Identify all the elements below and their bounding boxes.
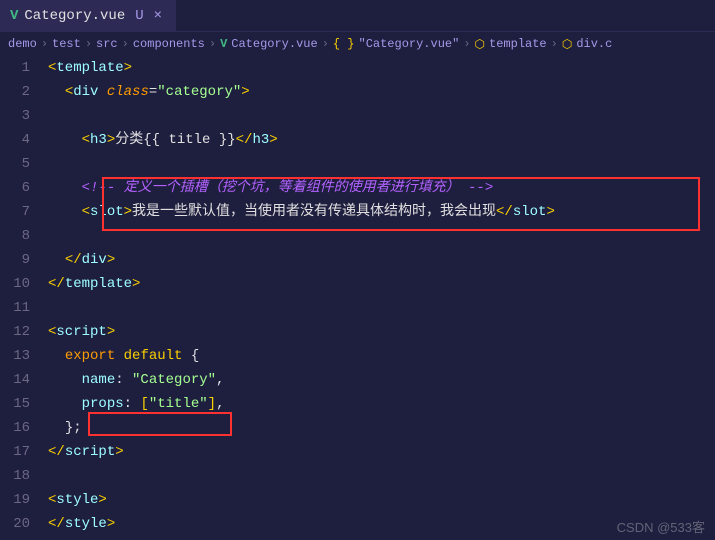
line-number: 18 <box>0 464 30 488</box>
file-tab[interactable]: V Category.vue U × <box>0 0 176 32</box>
breadcrumb[interactable]: demo › test › src › components › V Categ… <box>0 32 715 56</box>
line-number: 2 <box>0 80 30 104</box>
line-number: 9 <box>0 248 30 272</box>
line-number: 1 <box>0 56 30 80</box>
line-number: 12 <box>0 320 30 344</box>
chevron-right-icon: › <box>41 37 48 51</box>
breadcrumb-item[interactable]: Category.vue <box>231 37 317 51</box>
chevron-right-icon: › <box>322 37 329 51</box>
line-number: 3 <box>0 104 30 128</box>
line-number: 20 <box>0 512 30 536</box>
chevron-right-icon: › <box>463 37 470 51</box>
line-number: 7 <box>0 200 30 224</box>
chevron-right-icon: › <box>85 37 92 51</box>
line-number: 19 <box>0 488 30 512</box>
breadcrumb-item[interactable]: div.c <box>576 37 612 51</box>
line-number: 4 <box>0 128 30 152</box>
breadcrumb-item[interactable]: template <box>489 37 547 51</box>
breadcrumb-item[interactable]: test <box>52 37 81 51</box>
cube-icon: ⬡ <box>475 37 485 52</box>
braces-icon: { } <box>333 37 355 51</box>
line-number: 8 <box>0 224 30 248</box>
close-icon[interactable]: × <box>150 8 166 24</box>
tab-filename: Category.vue <box>24 8 125 24</box>
code-editor[interactable]: 1234567891011121314151617181920 <templat… <box>0 56 715 540</box>
line-number: 11 <box>0 296 30 320</box>
line-number: 6 <box>0 176 30 200</box>
tab-bar: V Category.vue U × <box>0 0 715 32</box>
chevron-right-icon: › <box>551 37 558 51</box>
vue-icon: V <box>220 37 227 51</box>
cube-icon: ⬡ <box>562 37 572 52</box>
breadcrumb-item[interactable]: components <box>133 37 205 51</box>
breadcrumb-item[interactable]: demo <box>8 37 37 51</box>
line-number: 16 <box>0 416 30 440</box>
modified-indicator: U <box>135 8 143 24</box>
code-area[interactable]: <template> <div class="category"> <h3>分类… <box>48 56 715 540</box>
line-gutter: 1234567891011121314151617181920 <box>0 56 48 540</box>
watermark: CSDN @533客 <box>617 517 705 536</box>
line-number: 15 <box>0 392 30 416</box>
chevron-right-icon: › <box>122 37 129 51</box>
line-number: 13 <box>0 344 30 368</box>
breadcrumb-item[interactable]: src <box>96 37 118 51</box>
line-number: 10 <box>0 272 30 296</box>
breadcrumb-item[interactable]: "Category.vue" <box>359 37 460 51</box>
line-number: 17 <box>0 440 30 464</box>
line-number: 14 <box>0 368 30 392</box>
chevron-right-icon: › <box>209 37 216 51</box>
line-number: 5 <box>0 152 30 176</box>
vue-icon: V <box>10 8 18 24</box>
